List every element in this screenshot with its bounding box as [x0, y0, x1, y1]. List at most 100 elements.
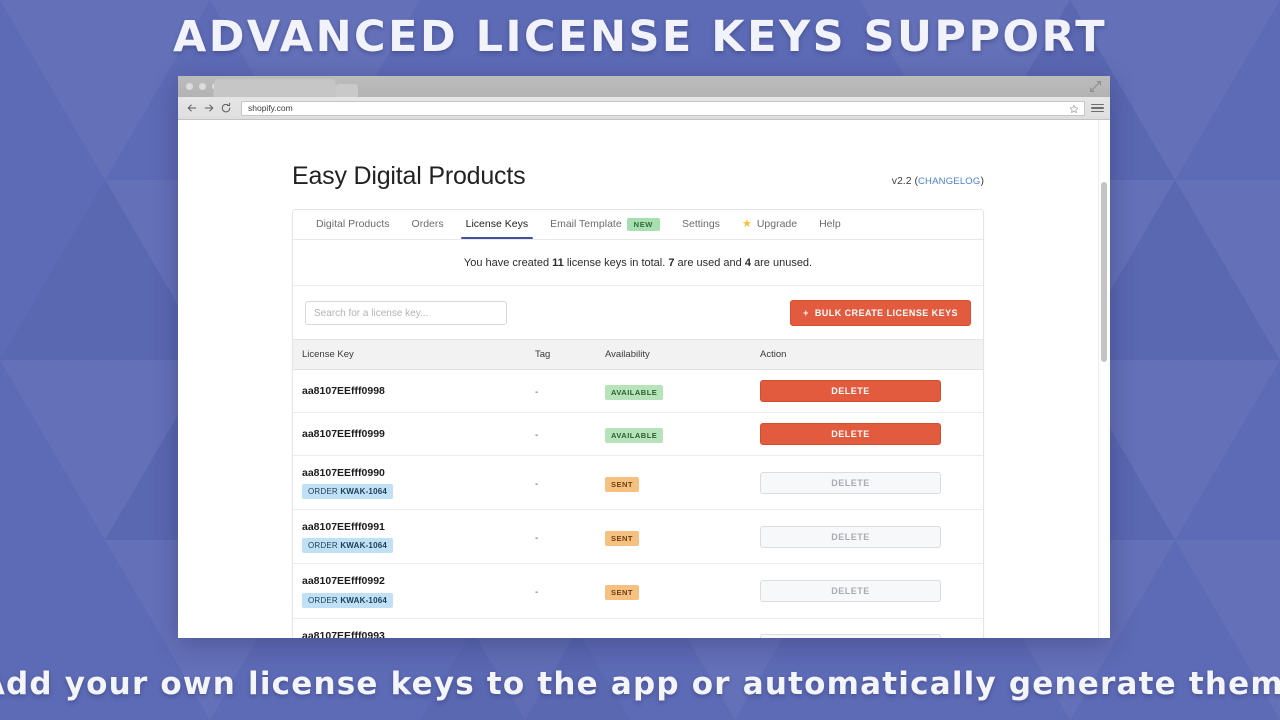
- tab-label: Settings: [682, 218, 720, 230]
- table-row: aa8107EEfff0993ORDER KWAK-1065-SENTDELET…: [293, 618, 983, 638]
- order-badge: ORDER KWAK-1064: [302, 593, 393, 608]
- status-badge: AVAILABLE: [605, 428, 663, 443]
- version-suffix: ): [981, 175, 985, 187]
- table-toolbar: + BULK CREATE LICENSE KEYS: [293, 286, 983, 339]
- license-key-text: aa8107EEfff0991: [302, 520, 531, 534]
- delete-button[interactable]: DELETE: [760, 423, 941, 445]
- tab-label: Orders: [412, 218, 444, 230]
- tag-value: -: [535, 587, 538, 598]
- bulk-create-license-keys-button[interactable]: + BULK CREATE LICENSE KEYS: [790, 300, 971, 326]
- tab-settings[interactable]: Settings: [671, 211, 731, 238]
- app-page: Easy Digital Products v2.2 (CHANGELOG) D…: [178, 120, 1098, 638]
- cell-availability: SENT: [605, 564, 760, 618]
- tab-label: Upgrade: [757, 218, 797, 230]
- table-row: aa8107EEfff0991 ORDER KWAK-1064 - SENTDELET…: [293, 510, 983, 564]
- url-text: shopify.com: [248, 103, 293, 113]
- cell-availability: AVAILABLE: [605, 370, 760, 413]
- browser-toolbar: shopify.com: [178, 97, 1110, 120]
- tab-orders[interactable]: Orders: [401, 211, 455, 238]
- cell-action: DELETE: [760, 510, 983, 564]
- cell-action: DELETE: [760, 618, 983, 638]
- bulk-button-label: BULK CREATE LICENSE KEYS: [815, 308, 958, 318]
- plus-icon: +: [803, 308, 809, 318]
- summary-total: 11: [552, 257, 564, 269]
- cell-availability: AVAILABLE: [605, 413, 760, 456]
- browser-new-tab-button[interactable]: [336, 84, 358, 97]
- license-key-text: aa8107EEfff0998: [302, 384, 531, 398]
- status-badge: AVAILABLE: [605, 385, 663, 400]
- order-badge: ORDER KWAK-1064: [302, 484, 393, 499]
- cell-license-key: aa8107EEfff0990 ORDER KWAK-1064: [293, 456, 535, 510]
- order-prefix: ORDER: [308, 596, 340, 605]
- arrow-left-icon[interactable]: [184, 101, 199, 116]
- cell-tag: -: [535, 456, 605, 510]
- bookmark-star-icon[interactable]: [1069, 104, 1079, 114]
- summary-text: You have created 11 license keys in tota…: [293, 240, 983, 286]
- tag-value: -: [535, 479, 538, 490]
- promo-headline: ADVANCED LICENSE KEYS SUPPORT: [0, 0, 1280, 74]
- cell-action: DELETE: [760, 564, 983, 618]
- new-badge: NEW: [627, 218, 660, 231]
- promo-graphic: ADVANCED LICENSE KEYS SUPPORT: [0, 0, 1280, 720]
- delete-button[interactable]: DELETE: [760, 380, 941, 402]
- cell-license-key: aa8107EEfff0998: [293, 370, 535, 413]
- cell-action: DELETE: [760, 413, 983, 456]
- cell-tag: -: [535, 510, 605, 564]
- license-key-text: aa8107EEfff0990: [302, 466, 531, 480]
- star-icon: ★: [742, 219, 752, 230]
- tag-value: -: [535, 430, 538, 441]
- browser-window: shopify.com Easy Digital Products: [178, 76, 1110, 638]
- license-keys-table: License Key Tag Availability Action aa81…: [293, 339, 983, 638]
- table-row: aa8107EEfff0992ORDER KWAK-1064- SENTDELET…: [293, 564, 983, 618]
- scrollbar-track[interactable]: [1098, 120, 1110, 638]
- order-prefix: ORDER: [308, 541, 340, 550]
- cell-availability: SENT: [605, 456, 760, 510]
- tag-value: -: [535, 533, 538, 544]
- table-body: aa8107EEfff0998-AVAILABLEDELETEaa8107EEf…: [293, 370, 983, 639]
- license-key-text: aa8107EEfff0999: [302, 427, 531, 441]
- cell-license-key: aa8107EEfff0991 ORDER KWAK-1064: [293, 510, 535, 564]
- maximize-icon[interactable]: [1089, 80, 1102, 93]
- summary-suffix: are unused.: [751, 257, 812, 269]
- tab-email-template[interactable]: Email Template NEW: [539, 211, 671, 239]
- changelog-link[interactable]: CHANGELOG: [918, 176, 981, 187]
- tab-help[interactable]: Help: [808, 211, 852, 238]
- page-title: Easy Digital Products: [292, 162, 525, 191]
- reload-icon[interactable]: [218, 101, 233, 116]
- tag-value: -: [535, 387, 538, 398]
- table-row: aa8107EEfff0999- AVAILABLE DELETE: [293, 413, 983, 456]
- arrow-right-icon[interactable]: [201, 101, 216, 116]
- summary-prefix: You have created: [464, 257, 552, 269]
- column-header-availability: Availability: [605, 340, 760, 370]
- version-label: v2.2 (CHANGELOG): [892, 175, 984, 191]
- delete-button: DELETE: [760, 526, 941, 548]
- tab-digital-products[interactable]: Digital Products: [305, 211, 401, 238]
- tab-upgrade[interactable]: ★ Upgrade: [731, 211, 808, 238]
- search-input[interactable]: [305, 301, 507, 325]
- license-key-text: aa8107EEfff0993: [302, 629, 531, 638]
- tab-label: License Keys: [466, 218, 528, 230]
- main-card: Digital Products Orders License Keys Ema…: [292, 209, 984, 638]
- table-row: aa8107EEfff0990 ORDER KWAK-1064 - SENTDELET…: [293, 456, 983, 510]
- cell-action: DELETE: [760, 370, 983, 413]
- browser-tab-strip: [178, 76, 1110, 97]
- cell-tag: -: [535, 618, 605, 638]
- column-header-action: Action: [760, 340, 983, 370]
- cell-license-key: aa8107EEfff0993ORDER KWAK-1065: [293, 618, 535, 638]
- browser-tab[interactable]: [213, 79, 336, 97]
- cell-action: DELETE: [760, 456, 983, 510]
- address-bar[interactable]: shopify.com: [241, 101, 1085, 116]
- cell-availability: SENT: [605, 510, 760, 564]
- cell-license-key: aa8107EEfff0992ORDER KWAK-1064: [293, 564, 535, 618]
- scrollbar-thumb[interactable]: [1101, 182, 1107, 362]
- app-header: Easy Digital Products v2.2 (CHANGELOG): [292, 162, 984, 209]
- promo-caption: Add your own license keys to the app or …: [0, 654, 1280, 714]
- tab-license-keys[interactable]: License Keys: [455, 211, 539, 238]
- column-header-license-key: License Key: [293, 340, 535, 370]
- order-badge: ORDER KWAK-1064: [302, 538, 393, 553]
- nav-tabs: Digital Products Orders License Keys Ema…: [293, 210, 983, 240]
- summary-middle: license keys in total.: [564, 257, 669, 269]
- hamburger-menu-icon[interactable]: [1091, 104, 1104, 113]
- summary-used-text: are used and: [674, 257, 744, 269]
- delete-button: DELETE: [760, 634, 941, 638]
